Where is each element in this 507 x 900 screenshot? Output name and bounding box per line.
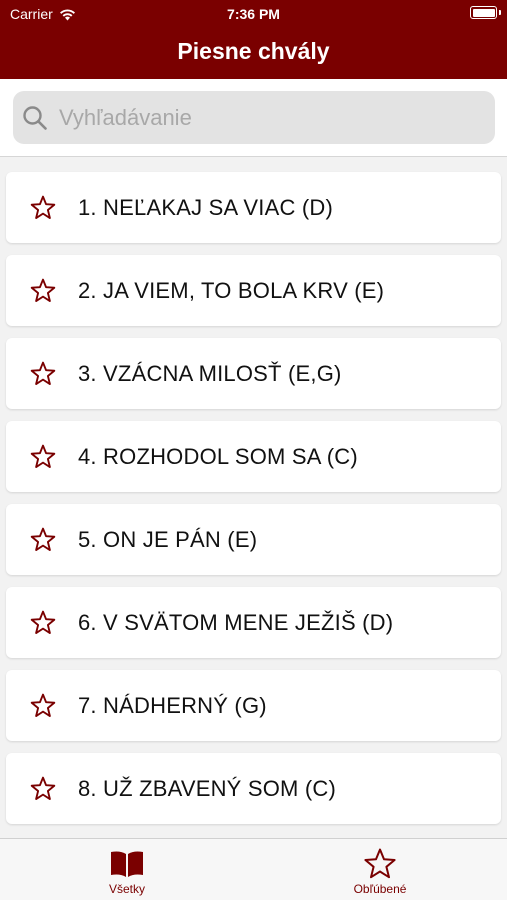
list-item[interactable]: 7. NÁDHERNÝ (G): [6, 670, 501, 741]
favorite-star-icon[interactable]: [29, 277, 57, 305]
favorite-star-icon[interactable]: [29, 775, 57, 803]
search-field[interactable]: [13, 91, 495, 144]
favorite-star-icon[interactable]: [29, 443, 57, 471]
search-input[interactable]: [59, 91, 479, 144]
song-title: 8. UŽ ZBAVENÝ SOM (C): [78, 776, 337, 801]
star-icon: [364, 848, 396, 879]
tab-favorites[interactable]: Obľúbené: [320, 839, 440, 900]
search-bar-container: [0, 79, 507, 157]
favorite-star-icon[interactable]: [29, 692, 57, 720]
status-time: 7:36 PM: [227, 6, 280, 22]
navigation-header: Carrier 7:36 PM Piesne chvály: [0, 0, 507, 79]
tab-all-label: Všetky: [108, 882, 145, 896]
list-item[interactable]: 8. UŽ ZBAVENÝ SOM (C): [6, 753, 501, 824]
favorite-star-icon[interactable]: [29, 360, 57, 388]
list-item[interactable]: 6. V SVÄTOM MENE JEŽIŠ (D): [6, 587, 501, 658]
song-title: 1. NEĽAKAJ SA VIAC (D): [78, 195, 334, 220]
tab-all[interactable]: Všetky: [67, 839, 187, 900]
song-title: 6. V SVÄTOM MENE JEŽIŠ (D): [78, 610, 394, 635]
tab-bar: Všetky Obľúbené: [0, 838, 507, 900]
song-title: 3. VZÁCNA MILOSŤ (E,G): [78, 361, 342, 386]
song-list[interactable]: 1. NEĽAKAJ SA VIAC (D) 2. JA VIEM, TO BO…: [0, 157, 507, 838]
list-item[interactable]: 4. ROZHODOL SOM SA (C): [6, 421, 501, 492]
song-title: 7. NÁDHERNÝ (G): [78, 693, 267, 718]
song-title: 2. JA VIEM, TO BOLA KRV (E): [78, 278, 385, 303]
song-title: 4. ROZHODOL SOM SA (C): [78, 444, 358, 469]
page-title: Piesne chvály: [177, 38, 330, 64]
favorite-star-icon[interactable]: [29, 526, 57, 554]
battery-icon: [470, 6, 501, 19]
favorite-star-icon[interactable]: [29, 194, 57, 222]
tab-favorites-label: Obľúbené: [353, 882, 407, 896]
favorite-star-icon[interactable]: [29, 609, 57, 637]
status-bar: Carrier 7:36 PM: [0, 0, 507, 30]
song-title: 5. ON JE PÁN (E): [78, 527, 258, 552]
list-item[interactable]: 5. ON JE PÁN (E): [6, 504, 501, 575]
search-icon: [23, 106, 47, 130]
list-item[interactable]: 3. VZÁCNA MILOSŤ (E,G): [6, 338, 501, 409]
book-icon: [111, 851, 143, 877]
list-item[interactable]: 2. JA VIEM, TO BOLA KRV (E): [6, 255, 501, 326]
list-item[interactable]: 1. NEĽAKAJ SA VIAC (D): [6, 172, 501, 243]
